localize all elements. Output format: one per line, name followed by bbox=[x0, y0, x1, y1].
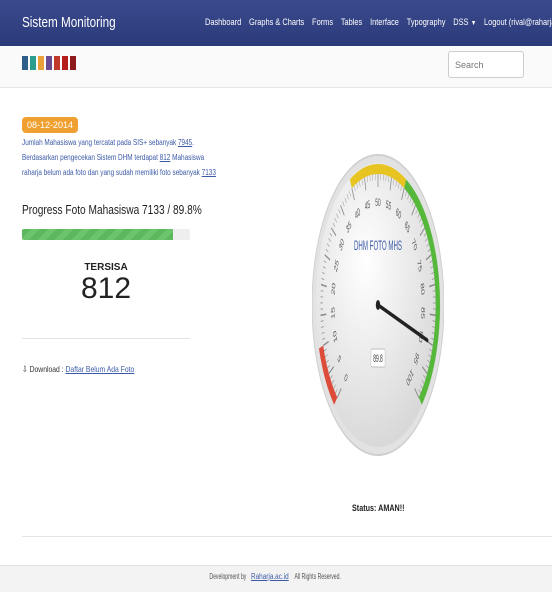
progress-title: Progress Foto Mahasiswa 7133 / 89.8% bbox=[22, 202, 202, 217]
nav-item-typography[interactable]: Typography bbox=[407, 17, 446, 28]
status-text: Status: AMAN!! bbox=[352, 503, 405, 513]
chevron-down-icon: ▼ bbox=[470, 20, 477, 27]
gauge-readout: 89.8 bbox=[373, 352, 383, 365]
gauge-tick-label: 15 bbox=[330, 306, 336, 320]
download-label: Download : bbox=[29, 364, 64, 374]
remaining-value: 812 bbox=[80, 272, 132, 305]
gauge-tick-label: 85 bbox=[420, 306, 426, 320]
top-navbar: Sistem Monitoring Dashboard Graphs & Cha… bbox=[0, 0, 552, 46]
logo-block bbox=[46, 56, 52, 70]
info-text-1: Jumlah Mahasiswa yang tercatat pada SIS+… bbox=[22, 138, 178, 147]
total-students-link[interactable]: 7945 bbox=[178, 138, 192, 147]
footer-suffix: All Rights Reserved. bbox=[294, 572, 342, 581]
logo-block bbox=[70, 56, 76, 70]
nav-item-tables[interactable]: Tables bbox=[341, 17, 362, 28]
gauge-hub bbox=[375, 300, 381, 310]
photo-gauge: 0510152025303540455055606570758085909510… bbox=[312, 154, 444, 456]
student-info-text: Jumlah Mahasiswa yang tercatat pada SIS+… bbox=[22, 135, 222, 180]
download-icon: ⇩ bbox=[22, 364, 28, 374]
app-title[interactable]: Sistem Monitoring bbox=[22, 14, 116, 31]
logo-block bbox=[38, 56, 44, 70]
nav-item-interface[interactable]: Interface bbox=[370, 17, 399, 28]
footer-text: Development by Raharja.ac.id All Rights … bbox=[205, 566, 347, 588]
logo-block bbox=[54, 56, 60, 70]
gauge-tick-label: 50 bbox=[375, 196, 381, 209]
logo-block bbox=[22, 56, 28, 70]
progress-fill bbox=[22, 229, 173, 240]
missing-photo-link[interactable]: 812 bbox=[160, 153, 171, 162]
search-input[interactable] bbox=[448, 51, 524, 78]
gauge-tick bbox=[320, 313, 327, 317]
footer-prefix: Development by bbox=[209, 572, 247, 581]
footer: Development by Raharja.ac.id All Rights … bbox=[0, 565, 552, 592]
nav-item-dashboard[interactable]: Dashboard bbox=[205, 17, 241, 28]
nav-item-graphs-charts[interactable]: Graphs & Charts bbox=[249, 17, 304, 28]
nav-item-forms[interactable]: Forms bbox=[312, 17, 333, 28]
gauge-title: DHM FOTO MHS bbox=[354, 238, 402, 254]
raharja-logo bbox=[22, 56, 76, 70]
gauge-tick-label: 20 bbox=[330, 282, 336, 296]
nav-item-dss[interactable]: DSS ▼ bbox=[453, 17, 476, 28]
divider bbox=[22, 338, 190, 339]
date-badge: 08-12-2014 bbox=[22, 117, 79, 133]
gauge-tick-label: 80 bbox=[419, 282, 425, 296]
gauge-tick bbox=[429, 313, 436, 317]
logo-block bbox=[30, 56, 36, 70]
photo-progress-bar bbox=[22, 229, 190, 240]
download-link[interactable]: Daftar Belum Ada Foto bbox=[66, 364, 135, 374]
nav-item-logout[interactable]: Logout (rival@raharja.info) bbox=[484, 17, 552, 28]
logo-block bbox=[62, 56, 68, 70]
has-photo-link[interactable]: 7133 bbox=[202, 168, 216, 177]
download-row: ⇩ Download : Daftar Belum Ada Foto bbox=[22, 364, 134, 375]
divider bbox=[22, 536, 552, 537]
nav-menu: Dashboard Graphs & Charts Forms Tables I… bbox=[205, 17, 552, 28]
nav-item-dss-label: DSS bbox=[453, 17, 469, 28]
footer-link[interactable]: Raharja.ac.id bbox=[251, 572, 289, 581]
sub-header bbox=[0, 46, 552, 88]
